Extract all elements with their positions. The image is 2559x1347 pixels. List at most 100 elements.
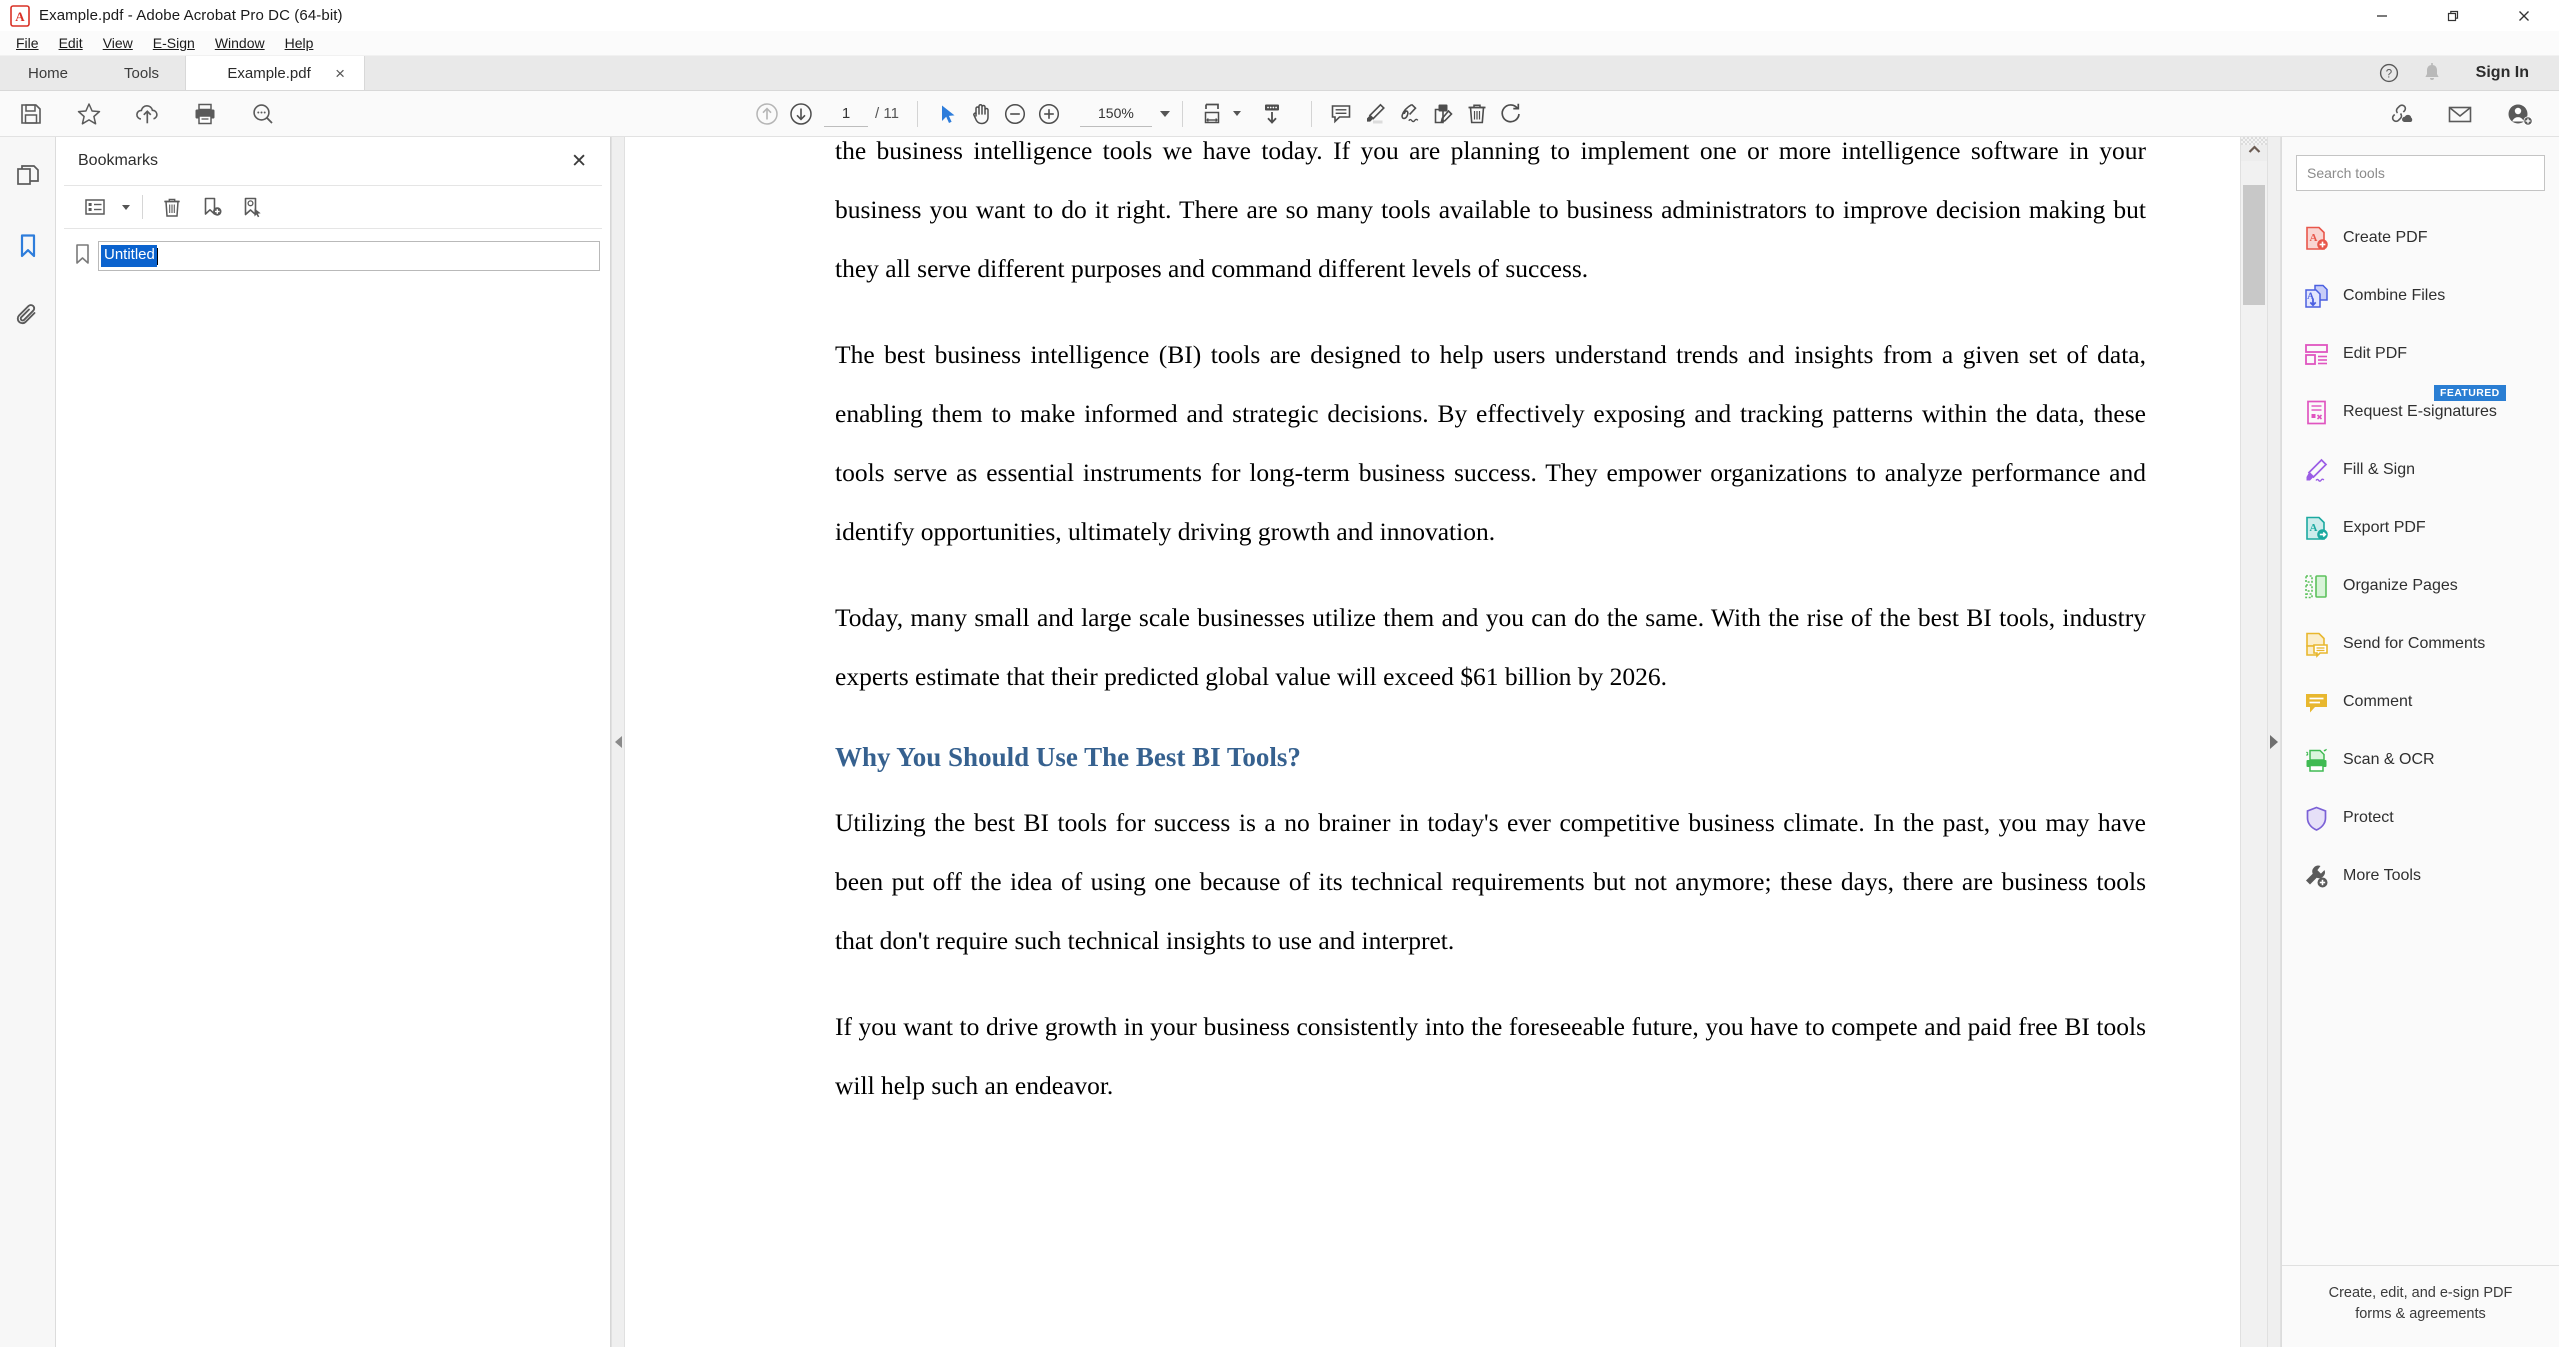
pdf-page-content: the business intelligence tools we have … bbox=[625, 137, 2240, 1142]
pdf-paragraph: Today, many small and large scale busine… bbox=[835, 603, 2146, 691]
tool-export-pdf[interactable]: A Export PDF bbox=[2282, 499, 2559, 557]
trash-icon[interactable] bbox=[1460, 97, 1494, 131]
scrollbar-thumb[interactable] bbox=[2243, 185, 2265, 305]
zoom-level-input[interactable] bbox=[1079, 100, 1152, 127]
options-list-icon[interactable] bbox=[78, 191, 112, 223]
tool-label: Protect bbox=[2343, 809, 2394, 826]
rotate-icon[interactable] bbox=[1494, 97, 1528, 131]
menu-help-label: Help bbox=[284, 35, 314, 51]
restore-button[interactable] bbox=[2417, 0, 2488, 31]
comment-tool-icon bbox=[2302, 688, 2330, 716]
delete-bookmark-icon[interactable] bbox=[155, 191, 189, 223]
close-bookmarks-panel-icon[interactable]: ✕ bbox=[564, 149, 594, 174]
search-tools-field[interactable] bbox=[2296, 155, 2545, 191]
next-page-icon[interactable] bbox=[784, 97, 818, 131]
pdf-paragraph: Utilizing the best BI tools for success … bbox=[835, 808, 2146, 955]
zoom-dropdown-caret-icon[interactable] bbox=[1159, 110, 1170, 117]
email-icon[interactable] bbox=[2443, 97, 2477, 131]
more-tools-icon bbox=[2302, 862, 2330, 890]
search-zoom-icon[interactable] bbox=[246, 97, 280, 131]
help-circle-icon[interactable]: ? bbox=[2378, 62, 2400, 84]
previous-page-icon[interactable] bbox=[750, 97, 784, 131]
tab-document[interactable]: Example.pdf × bbox=[185, 56, 366, 90]
menu-file[interactable]: File bbox=[6, 33, 49, 53]
tool-edit-pdf[interactable]: Edit PDF bbox=[2282, 325, 2559, 383]
bell-icon[interactable] bbox=[2422, 62, 2442, 84]
close-tab-icon[interactable]: × bbox=[330, 63, 350, 84]
bookmark-item[interactable]: Untitled bbox=[74, 241, 600, 271]
tool-create-pdf[interactable]: A Create PDF bbox=[2282, 209, 2559, 267]
tool-send-for-comments[interactable]: Send for Comments bbox=[2282, 615, 2559, 673]
new-bookmark-icon[interactable] bbox=[195, 191, 229, 223]
collapse-left-panel-handle[interactable] bbox=[611, 137, 625, 1347]
main-toolbar: / 11 bbox=[0, 91, 2559, 137]
hand-icon[interactable] bbox=[964, 97, 998, 131]
menu-help[interactable]: Help bbox=[275, 33, 324, 53]
tools-panel: A Create PDF A bbox=[2281, 137, 2559, 1347]
search-tools-input[interactable] bbox=[2307, 165, 2534, 181]
toolbar-divider-1 bbox=[916, 100, 918, 127]
menu-file-label: File bbox=[16, 35, 39, 51]
tool-label: Edit PDF bbox=[2343, 345, 2408, 362]
collapse-right-panel-handle[interactable] bbox=[2267, 137, 2281, 1347]
find-bookmark-icon[interactable] bbox=[235, 191, 269, 223]
add-person-icon[interactable] bbox=[2503, 97, 2537, 131]
fit-page-icon[interactable] bbox=[1195, 97, 1229, 131]
share-link-cloud-icon[interactable] bbox=[2383, 97, 2417, 131]
toolbar-left-group bbox=[0, 97, 280, 131]
tool-more-tools[interactable]: More Tools bbox=[2282, 847, 2559, 905]
page-number-input[interactable] bbox=[824, 100, 868, 127]
tab-tools[interactable]: Tools bbox=[98, 56, 186, 90]
tool-organize-pages[interactable]: Organize Pages bbox=[2282, 557, 2559, 615]
chevron-left-icon bbox=[614, 736, 622, 748]
menu-window[interactable]: Window bbox=[205, 33, 275, 53]
edit-page-icon[interactable] bbox=[1426, 97, 1460, 131]
zoom-in-icon[interactable] bbox=[1032, 97, 1066, 131]
scroll-down-icon[interactable] bbox=[1255, 97, 1289, 131]
tool-comment[interactable]: Comment bbox=[2282, 673, 2559, 731]
sign-pen-icon[interactable] bbox=[1392, 97, 1426, 131]
bookmark-rename-input[interactable]: Untitled bbox=[98, 241, 600, 271]
organize-pages-icon bbox=[2302, 572, 2330, 600]
close-window-button[interactable] bbox=[2488, 0, 2559, 31]
bookmark-item-icon bbox=[74, 243, 91, 270]
page-navigation: / 11 bbox=[824, 100, 899, 127]
bookmark-options-caret-icon[interactable] bbox=[122, 204, 130, 210]
tool-label: Scan & OCR bbox=[2343, 751, 2435, 768]
highlighter-icon[interactable] bbox=[1358, 97, 1392, 131]
tab-home[interactable]: Home bbox=[0, 56, 99, 90]
tool-request-esignatures[interactable]: Request E-signatures FEATURED bbox=[2282, 383, 2559, 441]
vertical-scrollbar[interactable] bbox=[2240, 137, 2267, 1347]
star-icon[interactable] bbox=[72, 97, 106, 131]
tool-label: More Tools bbox=[2343, 867, 2421, 884]
fit-page-dropdown-caret-icon[interactable] bbox=[1232, 111, 1241, 116]
tab-bar: Home Tools Example.pdf × ? Sign In bbox=[0, 56, 2559, 91]
menu-esign[interactable]: E-Sign bbox=[143, 33, 205, 53]
zoom-out-icon[interactable] bbox=[998, 97, 1032, 131]
tools-panel-footer-line1: Create, edit, and e-sign PDF bbox=[2328, 1284, 2513, 1301]
zoom-control bbox=[1079, 100, 1170, 127]
attachments-icon[interactable] bbox=[7, 295, 49, 337]
tool-combine-files[interactable]: A Combine Files bbox=[2282, 267, 2559, 325]
bookmarks-icon[interactable] bbox=[7, 225, 49, 267]
cursor-arrow-icon[interactable] bbox=[930, 97, 964, 131]
tool-protect[interactable]: Protect bbox=[2282, 789, 2559, 847]
menu-window-label: Window bbox=[214, 35, 265, 51]
svg-text:A: A bbox=[15, 9, 25, 24]
pdf-paragraph: The best business intelligence (BI) tool… bbox=[835, 340, 2146, 546]
menu-view[interactable]: View bbox=[93, 33, 143, 53]
pdf-page-area[interactable]: the business intelligence tools we have … bbox=[625, 137, 2240, 1347]
tool-scan-and-ocr[interactable]: Scan & OCR bbox=[2282, 731, 2559, 789]
sign-in-button[interactable]: Sign In bbox=[2464, 61, 2541, 85]
menu-edit[interactable]: Edit bbox=[49, 33, 93, 53]
print-icon[interactable] bbox=[188, 97, 222, 131]
upload-cloud-icon[interactable] bbox=[130, 97, 164, 131]
comment-icon[interactable] bbox=[1324, 97, 1358, 131]
tool-fill-and-sign[interactable]: Fill & Sign bbox=[2282, 441, 2559, 499]
fill-sign-icon bbox=[2302, 456, 2330, 484]
bookmarks-panel-resize-handle[interactable] bbox=[608, 137, 611, 1347]
minimize-button[interactable] bbox=[2346, 0, 2417, 31]
save-icon[interactable] bbox=[14, 97, 48, 131]
page-thumbnails-icon[interactable] bbox=[7, 155, 49, 197]
scrollbar-corner bbox=[2241, 137, 2267, 145]
